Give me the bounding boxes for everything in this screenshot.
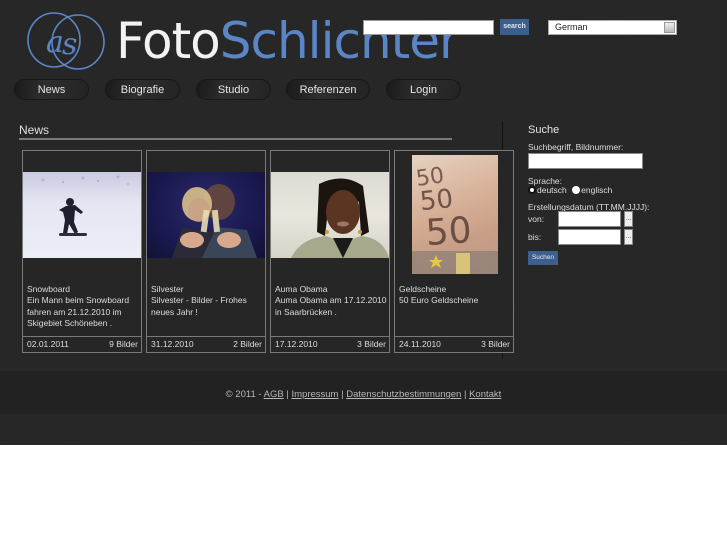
- footer: © 2011 - AGB | Impressum | Datenschutzbe…: [0, 389, 727, 400]
- news-image-auma-obama[interactable]: [271, 172, 389, 258]
- news-image-euro-banknotes[interactable]: 50 50 50: [412, 155, 498, 274]
- from-date-input[interactable]: [558, 211, 621, 227]
- news-card-date: 24.11.2010: [399, 339, 441, 349]
- news-caption: Silvester Silvester - Bilder - Frohes ne…: [151, 284, 265, 318]
- search-submit-button[interactable]: Suchen: [528, 251, 558, 265]
- to-date-input[interactable]: [558, 229, 621, 245]
- language-radio-group: deutsch englisch: [528, 185, 612, 195]
- search-heading: Suche: [528, 124, 560, 136]
- news-card-count: 2 Bilder: [233, 339, 262, 349]
- news-card-title: Silvester: [151, 284, 184, 294]
- news-image-silvester[interactable]: [147, 172, 265, 258]
- news-card-date: 02.01.2011: [27, 339, 69, 349]
- footer-link-agb[interactable]: AGB: [264, 389, 284, 400]
- news-card[interactable]: 50 50 50 Geldscheine 50 Euro Geldscheine…: [394, 150, 514, 353]
- news-card[interactable]: Snowboard Ein Mann beim Snowboard fahren…: [22, 150, 142, 353]
- top-search-button[interactable]: search: [500, 19, 529, 35]
- search-term-label: Suchbegriff, Bildnummer:: [528, 142, 624, 152]
- news-card-title: Snowboard: [27, 284, 71, 294]
- nav-news[interactable]: News: [14, 79, 89, 100]
- news-caption: Auma Obama Auma Obama am 17.12.2010 in S…: [275, 284, 389, 318]
- language-select[interactable]: German: [548, 20, 677, 35]
- news-image-snowboard[interactable]: [23, 172, 141, 258]
- nav-referenzen[interactable]: Referenzen: [286, 79, 370, 100]
- news-card[interactable]: Auma Obama Auma Obama am 17.12.2010 in S…: [270, 150, 390, 353]
- language-selected-value: German: [555, 22, 588, 32]
- news-card-title: Geldscheine: [399, 284, 447, 294]
- nav-login[interactable]: Login: [386, 79, 461, 100]
- nav-studio[interactable]: Studio: [196, 79, 271, 100]
- news-card-date: 31.12.2010: [151, 339, 194, 349]
- to-date-picker-button[interactable]: ...: [624, 229, 633, 245]
- footer-link-datenschutz[interactable]: Datenschutzbestimmungen: [346, 389, 461, 400]
- to-label: bis:: [528, 232, 542, 242]
- news-card-footer: 17.12.2010 3 Bilder: [271, 336, 389, 352]
- from-label: von:: [528, 214, 545, 224]
- radio-englisch-label: englisch: [581, 185, 613, 195]
- svg-text:50: 50: [424, 210, 473, 254]
- news-heading: News: [19, 123, 50, 137]
- page-background: a s FotoSchlichter search German News Bi…: [0, 0, 727, 445]
- from-date-picker-button[interactable]: ...: [624, 211, 633, 227]
- footer-link-kontakt[interactable]: Kontakt: [469, 389, 501, 400]
- svg-text:s: s: [62, 27, 77, 62]
- news-divider: [19, 138, 452, 140]
- news-caption: Geldscheine 50 Euro Geldscheine: [399, 284, 513, 307]
- news-card-count: 3 Bilder: [481, 339, 510, 349]
- radio-checked-icon: [528, 186, 536, 194]
- news-card[interactable]: Silvester Silvester - Bilder - Frohes ne…: [146, 150, 266, 353]
- top-search-input[interactable]: [363, 20, 494, 35]
- news-card-text: Auma Obama am 17.12.2010 in Saarbrücken …: [275, 295, 387, 317]
- monogram-logo-icon: a s: [24, 10, 110, 72]
- news-card-title: Auma Obama: [275, 284, 328, 294]
- news-card-date: 17.12.2010: [275, 339, 318, 349]
- nav-biografie[interactable]: Biografie: [105, 79, 180, 100]
- news-card-text: Ein Mann beim Snowboard fahren am 21.12.…: [27, 295, 130, 329]
- copyright: © 2011 -: [225, 389, 264, 400]
- news-card-count: 9 Bilder: [109, 339, 138, 349]
- news-caption: Snowboard Ein Mann beim Snowboard fahren…: [27, 284, 141, 330]
- logo-foto: Foto: [116, 12, 221, 70]
- footer-separator: |: [461, 389, 470, 400]
- news-card-count: 3 Bilder: [357, 339, 386, 349]
- news-card-text: Silvester - Bilder - Frohes neues Jahr !: [151, 295, 247, 317]
- news-card-footer: 02.01.2011 9 Bilder: [23, 336, 141, 352]
- dropdown-arrow-icon: [664, 22, 675, 33]
- news-card-footer: 24.11.2010 3 Bilder: [395, 336, 513, 352]
- footer-link-impressum[interactable]: Impressum: [291, 389, 338, 400]
- search-term-input[interactable]: [528, 153, 643, 169]
- news-card-footer: 31.12.2010 2 Bilder: [147, 336, 265, 352]
- radio-unchecked-icon: [572, 186, 581, 194]
- radio-englisch[interactable]: englisch: [569, 185, 612, 195]
- radio-deutsch[interactable]: deutsch: [528, 185, 567, 195]
- radio-deutsch-label: deutsch: [537, 185, 567, 195]
- news-card-text: 50 Euro Geldscheine: [399, 295, 479, 306]
